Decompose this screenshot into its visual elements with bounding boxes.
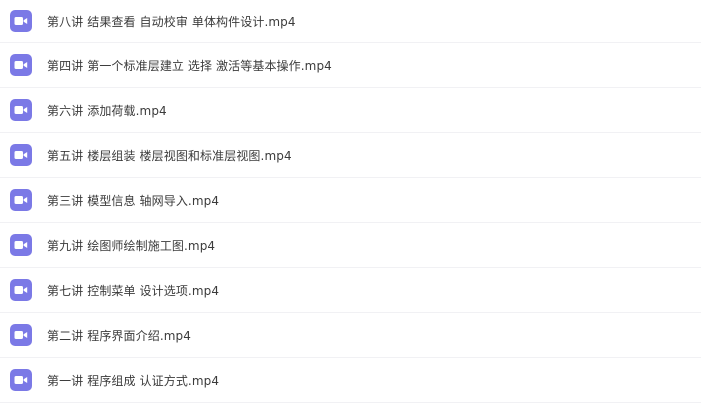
list-item[interactable]: 第三讲 模型信息 轴网导入.mp4 xyxy=(0,178,701,223)
list-item[interactable]: 第四讲 第一个标准层建立 选择 激活等基本操作.mp4 xyxy=(0,43,701,88)
video-file-icon xyxy=(10,54,32,76)
list-item[interactable]: 第七讲 控制菜单 设计选项.mp4 xyxy=(0,268,701,313)
video-file-icon xyxy=(10,369,32,391)
file-name: 第八讲 结果查看 自动校审 单体构件设计.mp4 xyxy=(47,14,296,29)
file-name: 第九讲 绘图师绘制施工图.mp4 xyxy=(47,238,216,253)
file-name: 第二讲 程序界面介绍.mp4 xyxy=(47,328,191,343)
list-item[interactable]: 第九讲 绘图师绘制施工图.mp4 xyxy=(0,223,701,268)
video-file-icon xyxy=(10,189,32,211)
file-name: 第一讲 程序组成 认证方式.mp4 xyxy=(47,373,220,388)
list-item[interactable]: 第八讲 结果查看 自动校审 单体构件设计.mp4 xyxy=(0,0,701,43)
file-name: 第三讲 模型信息 轴网导入.mp4 xyxy=(47,193,220,208)
file-name: 第四讲 第一个标准层建立 选择 激活等基本操作.mp4 xyxy=(47,58,332,73)
list-item[interactable]: 第一讲 程序组成 认证方式.mp4 xyxy=(0,358,701,403)
list-item[interactable]: 第六讲 添加荷载.mp4 xyxy=(0,88,701,133)
video-file-icon xyxy=(10,279,32,301)
list-item[interactable]: 第二讲 程序界面介绍.mp4 xyxy=(0,313,701,358)
file-name: 第七讲 控制菜单 设计选项.mp4 xyxy=(47,283,220,298)
video-file-icon xyxy=(10,144,32,166)
video-file-icon xyxy=(10,234,32,256)
file-name: 第六讲 添加荷载.mp4 xyxy=(47,103,167,118)
list-item[interactable]: 第五讲 楼层组装 楼层视图和标准层视图.mp4 xyxy=(0,133,701,178)
video-file-icon xyxy=(10,10,32,32)
video-file-icon xyxy=(10,99,32,121)
file-name: 第五讲 楼层组装 楼层视图和标准层视图.mp4 xyxy=(47,148,292,163)
file-list: 第八讲 结果查看 自动校审 单体构件设计.mp4 第四讲 第一个标准层建立 选择… xyxy=(0,0,701,404)
video-file-icon xyxy=(10,324,32,346)
